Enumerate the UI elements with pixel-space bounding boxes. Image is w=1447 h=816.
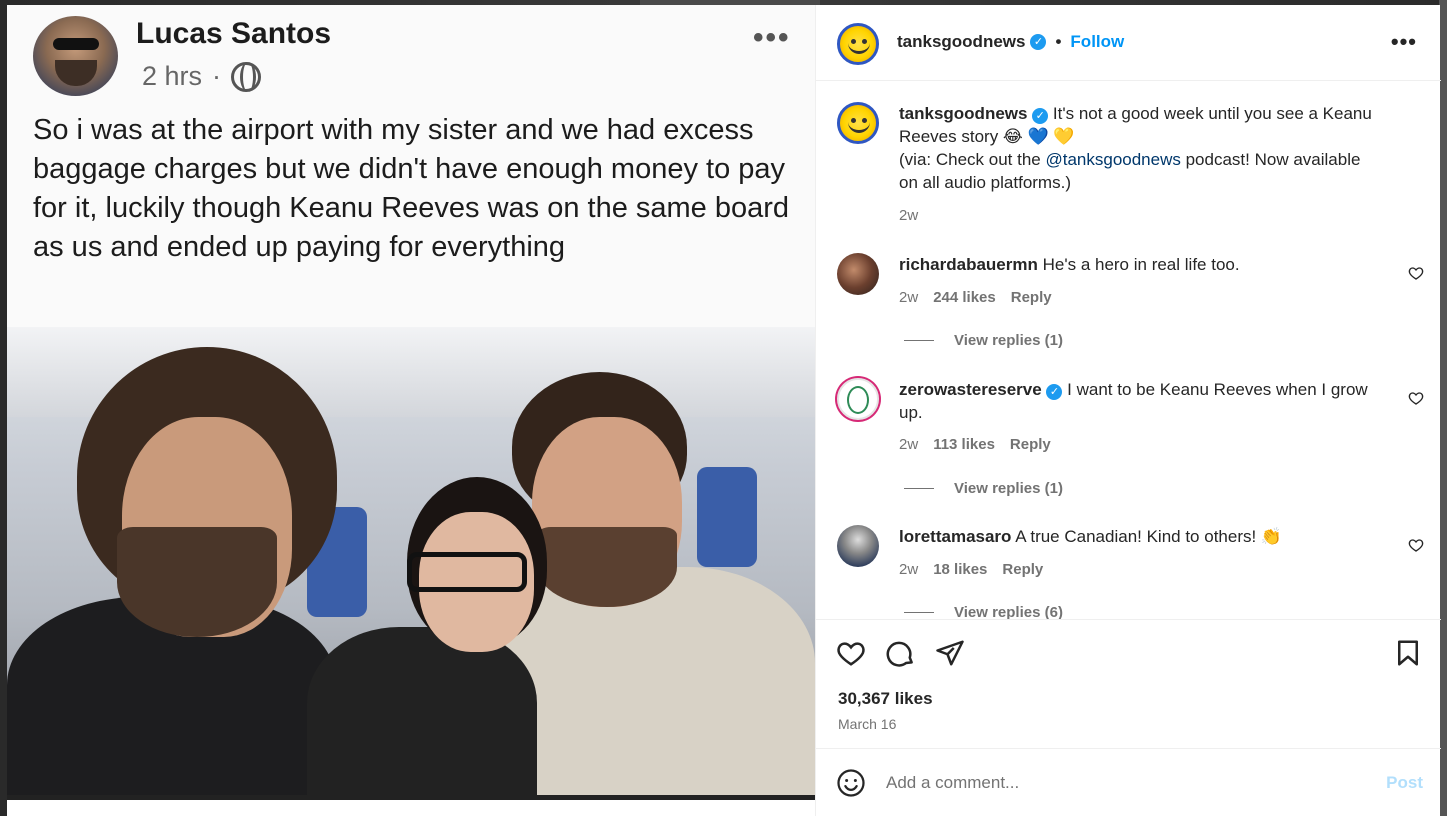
post-date[interactable]: March 16 <box>838 716 896 732</box>
person-right-body <box>497 567 815 795</box>
cabin-seat <box>697 467 757 567</box>
save-bookmark-icon[interactable] <box>1393 638 1423 668</box>
verified-badge-icon: ✓ <box>1030 34 1047 50</box>
fb-post-time: 2 hrs <box>142 61 203 91</box>
more-options-icon[interactable]: ••• <box>1391 29 1417 55</box>
view-replies-label: View replies (1) <box>954 480 1063 497</box>
comment-text: richardabauermn He's a hero in real life… <box>899 253 1384 276</box>
comment-username[interactable]: lorettamasaro <box>899 527 1011 546</box>
like-comment-heart-icon[interactable] <box>1408 265 1424 281</box>
author-username[interactable]: tanksgoodnews <box>897 32 1025 52</box>
like-comment-heart-icon[interactable] <box>1408 537 1424 553</box>
person-middle-glasses <box>407 552 527 592</box>
caption-time: 2w <box>899 207 919 224</box>
post-media: Lucas Santos 2 hrs · ••• So i was at the… <box>7 5 815 800</box>
facebook-post-screenshot: Lucas Santos 2 hrs · ••• So i was at the… <box>7 5 815 327</box>
replies-line <box>904 612 934 613</box>
reply-button[interactable]: Reply <box>1010 436 1051 453</box>
comment-time: 2w <box>899 561 919 578</box>
comment-body: He's a hero in real life too. <box>1037 255 1240 274</box>
like-comment-heart-icon[interactable] <box>1408 390 1424 406</box>
commenter-avatar[interactable] <box>837 378 879 420</box>
comment-text: zerowastereserve ✓ I want to be Keanu Re… <box>899 378 1384 424</box>
caption-avatar[interactable] <box>837 102 879 144</box>
view-replies-label: View replies (6) <box>954 604 1063 619</box>
person-middle-body <box>307 627 537 795</box>
view-replies-label: View replies (1) <box>954 332 1063 349</box>
follow-button[interactable]: Follow <box>1070 32 1124 52</box>
comment-time: 2w <box>899 289 919 306</box>
person-right-beard <box>537 527 677 607</box>
verified-badge-icon: ✓ <box>1046 384 1063 400</box>
fb-author-avatar <box>33 16 118 96</box>
author-info: tanksgoodnews ✓ • Follow <box>897 32 1124 52</box>
add-comment-bar: Post <box>816 748 1441 816</box>
comment-likes[interactable]: 18 likes <box>933 561 987 578</box>
comment-username[interactable]: richardabauermn <box>899 255 1038 274</box>
verified-badge-icon: ✓ <box>1032 108 1049 124</box>
share-paper-plane-icon[interactable] <box>935 638 965 668</box>
post-comment-button[interactable]: Post <box>1386 773 1423 793</box>
airplane-selfie-photo <box>7 327 815 795</box>
comments-list[interactable]: tanksgoodnews ✓ It's not a good week unt… <box>816 82 1441 619</box>
comment-meta: 2w 244 likes Reply <box>899 289 1052 306</box>
post-likes-count[interactable]: 30,367 likes <box>838 689 933 709</box>
post-modal: Lucas Santos 2 hrs · ••• So i was at the… <box>7 5 1441 816</box>
view-replies-button[interactable]: View replies (1) <box>904 332 1063 349</box>
commenter-avatar[interactable] <box>837 253 879 295</box>
emoji-smiley-icon[interactable] <box>836 768 866 798</box>
fb-more-icon: ••• <box>753 21 791 54</box>
fb-post-text: So i was at the airport with my sister a… <box>33 114 790 263</box>
comment-body: A true Canadian! Kind to others! 👏 <box>1011 527 1283 546</box>
post-header: tanksgoodnews ✓ • Follow ••• <box>816 5 1441 81</box>
like-heart-icon[interactable] <box>836 638 866 668</box>
comment-input[interactable] <box>886 767 1356 799</box>
comment-likes[interactable]: 113 likes <box>933 436 995 453</box>
commenter-avatar[interactable] <box>837 525 879 567</box>
caption-username[interactable]: tanksgoodnews <box>899 104 1027 123</box>
comment-bubble-icon[interactable] <box>886 638 916 668</box>
globe-icon <box>231 61 262 92</box>
view-replies-button[interactable]: View replies (6) <box>904 604 1063 619</box>
caption-text-part2: (via: Check out the <box>899 150 1046 169</box>
post-details-panel: tanksgoodnews ✓ • Follow ••• tanksgoodne… <box>815 5 1441 816</box>
comment-likes[interactable]: 244 likes <box>933 289 996 306</box>
post-actions: 30,367 likes March 16 <box>816 619 1441 749</box>
fb-post-meta: 2 hrs · <box>142 61 262 92</box>
header-dot: • <box>1055 32 1062 51</box>
replies-line <box>904 340 934 341</box>
fb-author-name: Lucas Santos <box>136 17 332 50</box>
comment-text: lorettamasaro A true Canadian! Kind to o… <box>899 525 1384 548</box>
comment-meta: 2w 18 likes Reply <box>899 561 1043 578</box>
person-left-beard <box>117 527 277 637</box>
comment-username[interactable]: zerowastereserve <box>899 380 1042 399</box>
comment-meta: 2w 113 likes Reply <box>899 436 1051 453</box>
reply-button[interactable]: Reply <box>1011 289 1052 306</box>
caption-mention-link[interactable]: @tanksgoodnews <box>1045 150 1180 169</box>
comment-time: 2w <box>899 436 919 453</box>
replies-line <box>904 488 934 489</box>
fb-separator: · <box>212 61 222 91</box>
view-replies-button[interactable]: View replies (1) <box>904 480 1063 497</box>
caption-text: tanksgoodnews ✓ It's not a good week unt… <box>899 102 1384 194</box>
author-avatar[interactable] <box>837 23 879 65</box>
reply-button[interactable]: Reply <box>1002 561 1043 578</box>
media-bottom-edge <box>7 795 815 800</box>
caption-meta: 2w <box>899 207 918 224</box>
